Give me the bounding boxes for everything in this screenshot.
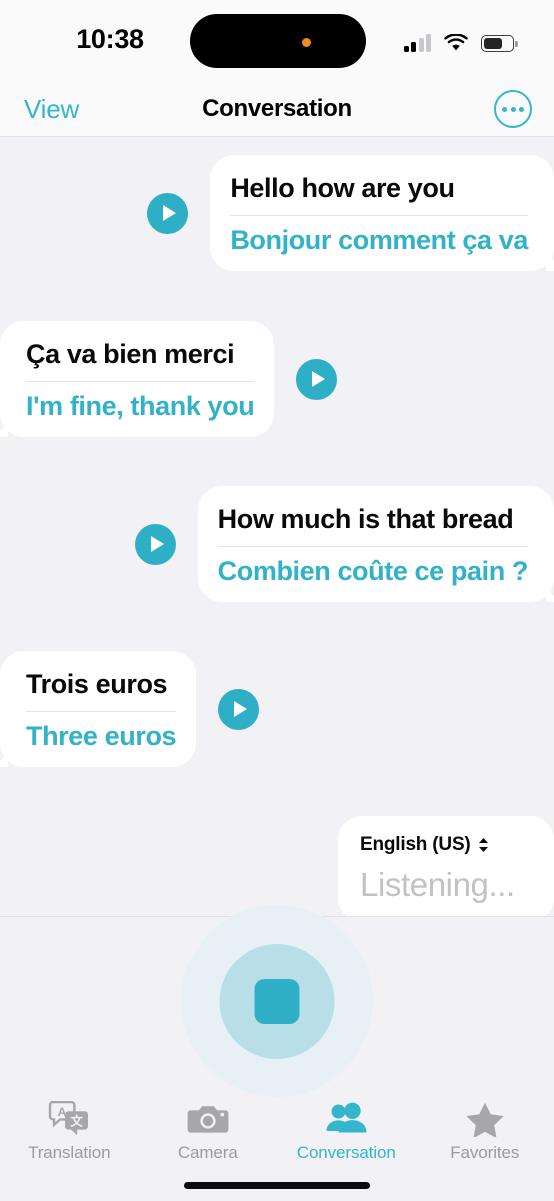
message-row: Trois euros Three euros [0,651,260,768]
tab-label: Favorites [450,1143,520,1162]
record-control-area [0,905,554,1097]
message-translated-text: Bonjour comment ça va [230,224,528,255]
tab-label: Camera [177,1143,238,1162]
bubble-tail [546,578,554,603]
play-audio-button[interactable] [296,358,338,400]
message-translated-text: Combien coûte ce pain ? [217,555,529,586]
divider [230,214,528,216]
navigation-bar: View Conversation [0,80,554,137]
divider [26,380,255,382]
more-options-icon[interactable] [494,90,532,128]
dynamic-island [190,14,366,68]
message-row: Ça va bien merci I'm fine, thank you [0,321,338,438]
divider [217,545,528,547]
translation-bubbles-icon: A 文 [47,1098,91,1140]
tab-label: Conversation [296,1143,396,1162]
tab-label: Translation [28,1143,111,1162]
microphone-in-use-dot-icon [302,38,311,47]
message-bubble[interactable]: How much is that bread Combien coûte ce … [197,486,554,603]
listening-status-text: Listening... [360,866,515,903]
camera-icon [187,1098,229,1140]
message-row: How much is that bread Combien coûte ce … [134,486,554,603]
bubble-tail [0,743,8,768]
language-selector[interactable]: English (US) [360,834,532,856]
divider [26,710,177,712]
tab-favorites[interactable]: Favorites [416,1084,554,1201]
page-title: Conversation [202,95,352,122]
conversation-list[interactable]: Hello how are you Bonjour comment ça va … [0,138,554,922]
message-source-text: How much is that bread [217,504,514,534]
bubble-tail [0,413,8,438]
chevron-up-down-icon [478,837,489,853]
status-bar-time: 10:38 [76,24,144,54]
cellular-signal-icon [403,34,431,52]
star-icon [465,1098,505,1140]
play-audio-button[interactable] [218,688,260,730]
message-bubble[interactable]: Hello how are you Bonjour comment ça va [210,155,554,272]
wifi-icon [444,33,468,52]
stop-square-icon[interactable] [254,979,300,1024]
svg-text:文: 文 [71,1114,84,1129]
message-translated-text: Three euros [26,720,177,751]
home-indicator[interactable] [184,1182,370,1189]
listening-card[interactable]: English (US) Listening... [338,816,554,922]
status-bar: 10:38 [0,0,554,80]
message-bubble[interactable]: Ça va bien merci I'm fine, thank you [0,321,275,438]
battery-icon [481,35,518,52]
phone-screen: 10:38 View Conversation Hello how are yo… [0,0,554,1201]
message-translated-text: I'm fine, thank you [26,390,255,421]
two-people-icon [324,1098,368,1140]
status-bar-indicators [403,28,518,52]
message-source-text: Ça va bien merci [26,339,235,369]
tab-translation[interactable]: A 文 Translation [0,1084,139,1201]
language-label: English (US) [360,834,471,855]
message-bubble[interactable]: Trois euros Three euros [0,651,197,768]
play-audio-button[interactable] [134,523,176,565]
bubble-tail [546,247,554,272]
play-audio-button[interactable] [147,192,189,234]
message-source-text: Hello how are you [230,173,455,203]
message-source-text: Trois euros [26,669,168,699]
message-row: Hello how are you Bonjour comment ça va [147,155,554,272]
